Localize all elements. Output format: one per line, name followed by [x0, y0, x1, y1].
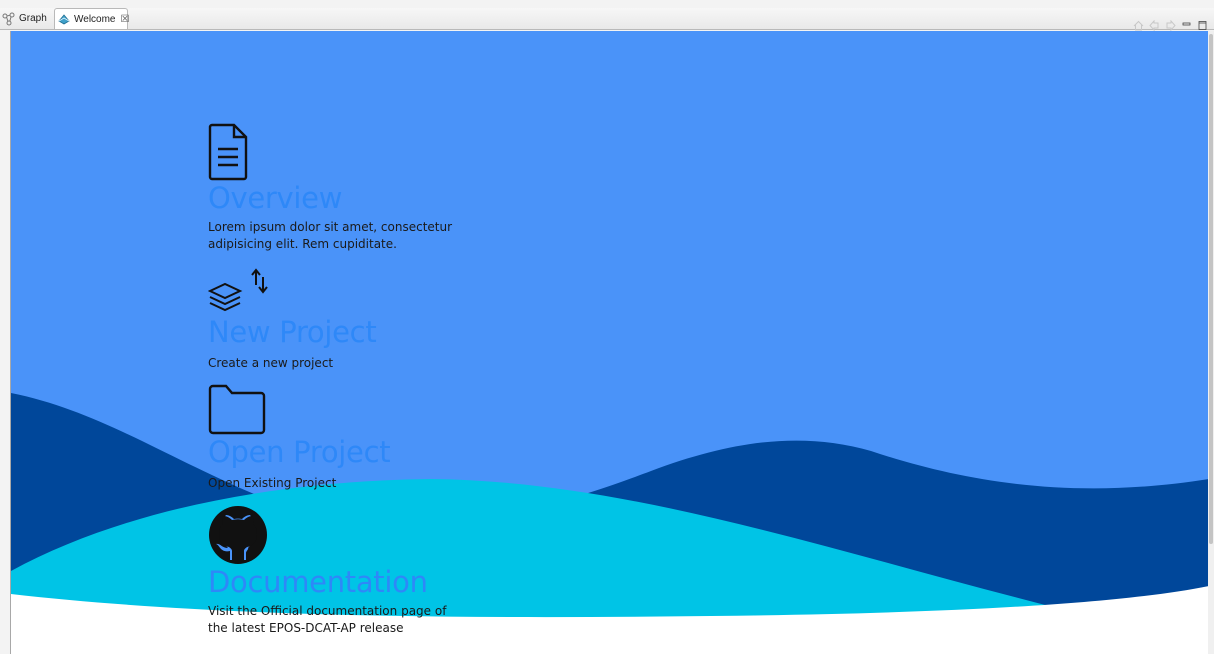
document-icon — [208, 123, 248, 181]
back-icon[interactable] — [1148, 19, 1160, 31]
view-toolbar — [1132, 18, 1208, 32]
close-tab-icon[interactable]: ☒ — [121, 14, 130, 25]
open-project-title[interactable]: Open Project — [208, 435, 458, 469]
home-icon[interactable] — [1132, 19, 1144, 31]
welcome-icon — [57, 12, 71, 26]
documentation-item[interactable]: Documentation Visit the Official documen… — [208, 505, 458, 637]
new-project-description: Create a new project — [208, 356, 334, 370]
minimize-icon[interactable] — [1180, 19, 1192, 31]
layers-icon — [208, 268, 268, 312]
documentation-description: Visit the Official documentation page of… — [208, 604, 447, 635]
graph-icon — [2, 12, 16, 26]
new-project-item[interactable]: New Project Create a new project — [208, 267, 458, 372]
tab-welcome[interactable]: Welcome ☒ — [54, 8, 130, 29]
forward-icon[interactable] — [1164, 19, 1176, 31]
documentation-title[interactable]: Documentation — [208, 565, 458, 599]
editor-tab-bar: Graph Welcome ☒ — [0, 8, 1214, 32]
new-project-title[interactable]: New Project — [208, 315, 458, 349]
overview-item[interactable]: Overview Lorem ipsum dolor sit amet, con… — [208, 123, 458, 253]
overview-description: Lorem ipsum dolor sit amet, consectetur … — [208, 220, 453, 251]
background-waves — [11, 393, 1209, 654]
welcome-page: Overview Lorem ipsum dolor sit amet, con… — [10, 31, 1209, 654]
open-project-item[interactable]: Open Project Open Existing Project — [208, 383, 458, 492]
scrollbar-thumb[interactable] — [1209, 34, 1213, 544]
folder-icon — [208, 384, 266, 435]
overview-title[interactable]: Overview — [208, 181, 458, 215]
tab-graph[interactable]: Graph — [2, 8, 54, 29]
application-window: Graph Welcome ☒ Overview Lorem ipsum dol… — [0, 0, 1214, 654]
maximize-icon[interactable] — [1196, 19, 1208, 31]
github-icon — [209, 506, 267, 564]
tab-graph-label: Graph — [19, 13, 47, 24]
open-project-description: Open Existing Project — [208, 476, 337, 490]
tab-welcome-label: Welcome — [74, 13, 116, 25]
